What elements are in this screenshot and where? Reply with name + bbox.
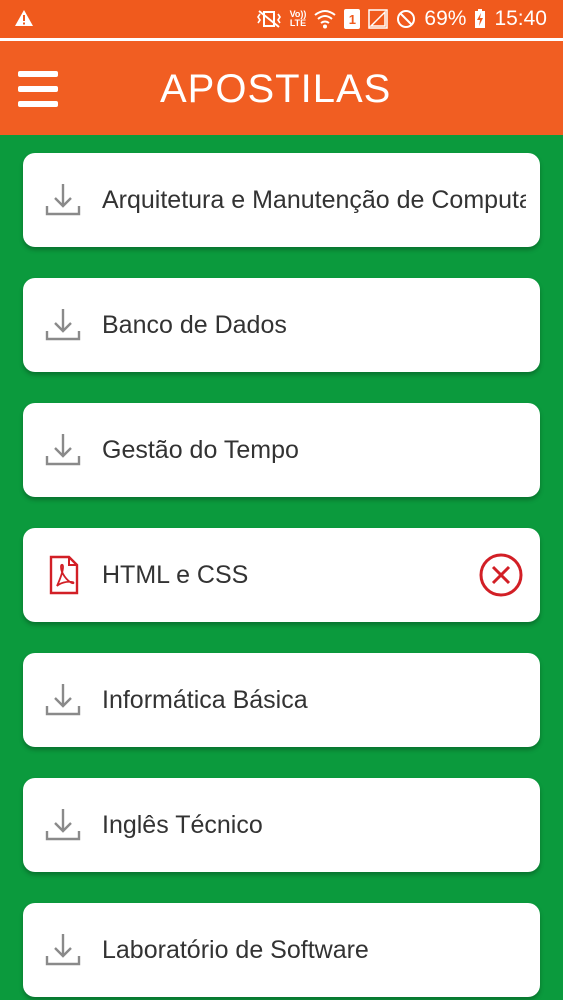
list-item-label: HTML e CSS	[102, 561, 249, 589]
list-item[interactable]: Informática Básica	[23, 653, 540, 747]
list-item-label: Inglês Técnico	[102, 811, 263, 839]
menu-button[interactable]	[18, 63, 70, 115]
list-item-label: Banco de Dados	[102, 311, 287, 339]
download-icon	[45, 184, 81, 216]
list-item-label: Laboratório de Software	[102, 936, 369, 964]
list-item[interactable]: Inglês Técnico	[23, 778, 540, 872]
apostilas-list: Arquitetura e Manutenção de Computadores…	[23, 153, 540, 1000]
remove-download-button[interactable]	[478, 552, 524, 598]
wifi-icon	[314, 10, 337, 29]
do-not-disturb-icon	[397, 10, 416, 28]
download-icon	[45, 434, 81, 466]
menu-icon-bar	[18, 101, 58, 107]
list-item[interactable]: Arquitetura e Manutenção de Computadores	[23, 153, 540, 247]
app-bar: APOSTILAS	[0, 41, 563, 135]
battery-charging-icon	[475, 9, 486, 28]
status-icons: Vo)) LTE 1 69% 15:40	[256, 0, 547, 38]
signal-icon	[368, 9, 389, 29]
page-title: APOSTILAS	[160, 67, 392, 111]
list-item-label: Gestão do Tempo	[102, 436, 299, 464]
menu-icon-bar	[18, 71, 58, 77]
list-item[interactable]: Laboratório de Software	[23, 903, 540, 997]
download-icon	[45, 309, 81, 341]
list-item[interactable]: Gestão do Tempo	[23, 403, 540, 497]
volte-indicator: Vo)) LTE	[290, 10, 307, 28]
volte-bottom-label: LTE	[289, 18, 307, 28]
list-item[interactable]: HTML e CSS	[23, 528, 540, 622]
list-item-label: Arquitetura e Manutenção de Computadores	[102, 186, 526, 214]
list-item-label: Informática Básica	[102, 686, 308, 714]
pdf-icon	[49, 555, 79, 595]
download-icon	[45, 934, 81, 966]
menu-icon-bar	[18, 86, 58, 92]
download-icon	[45, 809, 81, 841]
status-bar: Vo)) LTE 1 69% 15:40	[0, 0, 563, 38]
clock: 15:40	[494, 7, 547, 30]
vibrate-icon	[256, 10, 281, 28]
list-item[interactable]: Banco de Dados	[23, 278, 540, 372]
download-icon	[45, 684, 81, 716]
warning-icon	[15, 10, 33, 26]
sim-slot-icon: 1	[344, 9, 361, 29]
battery-percent: 69%	[424, 7, 467, 30]
